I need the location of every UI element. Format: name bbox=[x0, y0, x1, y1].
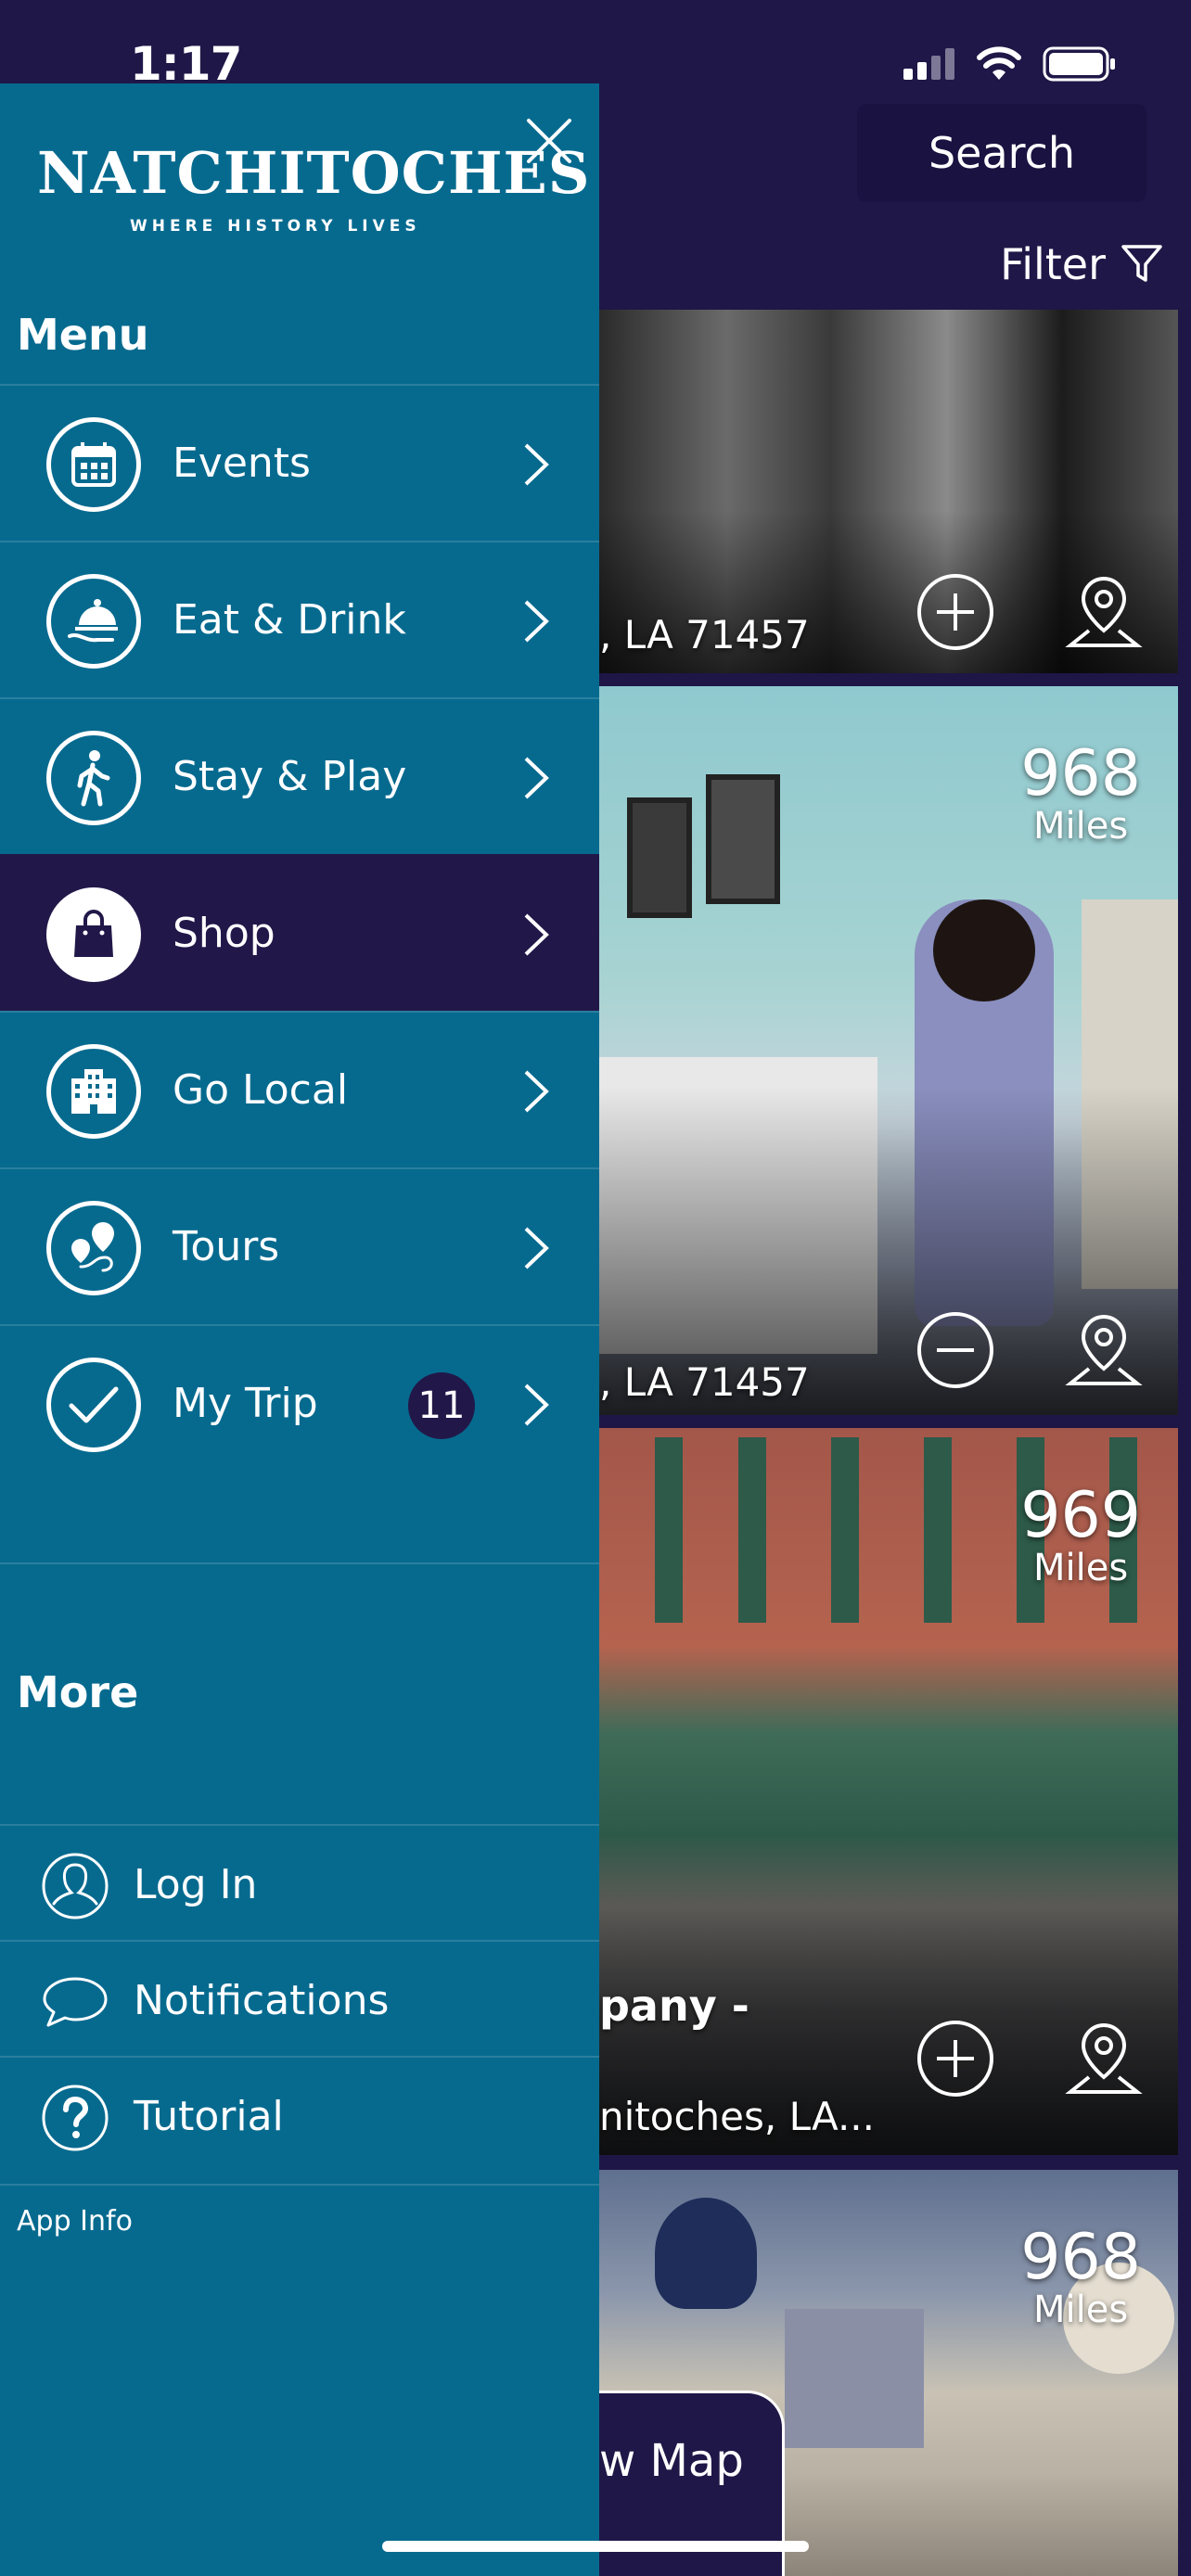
trip-count-badge: 11 bbox=[408, 1372, 475, 1439]
map-pin-icon[interactable] bbox=[1063, 1309, 1145, 1391]
listing-card[interactable]: 969 Miles pany - nitoches, LA... bbox=[599, 1428, 1178, 2155]
shopping-bag-icon bbox=[46, 887, 141, 982]
more-item-label: Log In bbox=[134, 1861, 258, 1908]
natchitoches-logo: NATCHITOCHES WHERE HISTORY LIVES bbox=[37, 139, 591, 250]
distance-label: 969 Miles bbox=[1020, 1484, 1141, 1588]
more-item-notifications[interactable]: Notifications bbox=[0, 1940, 599, 2056]
listing-card[interactable]: , LA 71457 bbox=[599, 310, 1178, 673]
logo-tagline: WHERE HISTORY LIVES bbox=[130, 217, 421, 236]
menu-item-events[interactable]: Events bbox=[0, 384, 599, 541]
chevron-right-icon bbox=[524, 600, 549, 643]
checkmark-icon bbox=[46, 1358, 141, 1452]
menu-item-stay-play[interactable]: Stay & Play bbox=[0, 697, 599, 854]
more-divider bbox=[0, 2184, 599, 2186]
remove-from-trip-icon[interactable] bbox=[915, 1309, 996, 1391]
building-icon bbox=[46, 1044, 141, 1139]
chevron-right-icon bbox=[524, 1070, 549, 1113]
menu-heading: Menu bbox=[17, 310, 149, 360]
menu-list: Events Eat & Drink Stay & Play Shop Go L… bbox=[0, 384, 599, 1481]
more-heading: More bbox=[17, 1667, 139, 1717]
menu-item-label: Shop bbox=[173, 910, 275, 957]
menu-item-go-local[interactable]: Go Local bbox=[0, 1011, 599, 1167]
menu-item-my-trip[interactable]: My Trip 11 bbox=[0, 1324, 599, 1481]
view-map-label: w Map bbox=[599, 2435, 744, 2487]
listing-address: , LA 71457 bbox=[599, 1359, 810, 1405]
search-button[interactable]: Search bbox=[857, 104, 1146, 202]
listing-address: nitoches, LA... bbox=[599, 2094, 875, 2139]
distance-value: 968 bbox=[1020, 737, 1141, 810]
distance-value: 968 bbox=[1020, 2221, 1141, 2294]
menu-item-label: Tours bbox=[173, 1223, 280, 1270]
distance-unit: Miles bbox=[1033, 1547, 1129, 1589]
menu-item-label: Stay & Play bbox=[173, 753, 407, 800]
menu-item-label: Eat & Drink bbox=[173, 596, 406, 644]
chevron-right-icon bbox=[524, 913, 549, 956]
home-indicator bbox=[382, 2541, 809, 2552]
more-item-log-in[interactable]: Log In bbox=[0, 1824, 599, 1940]
calendar-icon bbox=[46, 417, 141, 512]
chevron-right-icon bbox=[524, 757, 549, 799]
more-list: Log In Notifications Tutorial bbox=[0, 1824, 599, 2172]
speech-bubble-icon bbox=[43, 1977, 108, 2027]
route-pins-icon bbox=[46, 1201, 141, 1295]
distance-unit: Miles bbox=[1033, 805, 1129, 848]
side-drawer: NATCHITOCHES WHERE HISTORY LIVES Menu Ev… bbox=[0, 83, 599, 2576]
more-item-label: Notifications bbox=[134, 1977, 390, 2024]
wifi-icon bbox=[977, 46, 1021, 80]
search-button-label: Search bbox=[928, 128, 1076, 178]
distance-value: 969 bbox=[1020, 1479, 1141, 1552]
menu-item-tours[interactable]: Tours bbox=[0, 1167, 599, 1324]
filter-button[interactable]: Filter bbox=[1000, 239, 1163, 289]
app-info-link[interactable]: App Info bbox=[17, 2205, 133, 2238]
chevron-right-icon bbox=[524, 1227, 549, 1269]
question-icon bbox=[42, 2085, 109, 2151]
chevron-right-icon bbox=[524, 443, 549, 486]
listing-address: , LA 71457 bbox=[599, 612, 810, 657]
logo-title: NATCHITOCHES bbox=[37, 139, 591, 207]
status-icons bbox=[903, 46, 1117, 82]
serving-cloche-icon bbox=[46, 574, 141, 669]
distance-label: 968 Miles bbox=[1020, 2221, 1141, 2331]
chevron-right-icon bbox=[524, 1384, 549, 1426]
battery-icon bbox=[1043, 46, 1115, 82]
more-item-tutorial[interactable]: Tutorial bbox=[0, 2056, 599, 2172]
menu-divider bbox=[0, 1562, 599, 1564]
add-to-trip-icon[interactable] bbox=[915, 571, 996, 653]
listing-title: pany - bbox=[599, 1981, 749, 2031]
menu-item-eat-drink[interactable]: Eat & Drink bbox=[0, 541, 599, 697]
add-to-trip-icon[interactable] bbox=[915, 2018, 996, 2099]
map-pin-icon[interactable] bbox=[1063, 571, 1145, 653]
cellular-signal-icon bbox=[903, 48, 954, 80]
distance-label: 968 Miles bbox=[1020, 737, 1141, 848]
walking-person-icon bbox=[46, 731, 141, 825]
menu-item-label: Events bbox=[173, 440, 311, 487]
filter-funnel-icon bbox=[1121, 245, 1162, 282]
more-item-label: Tutorial bbox=[134, 2093, 284, 2140]
menu-item-label: Go Local bbox=[173, 1066, 349, 1114]
distance-unit: Miles bbox=[1033, 2289, 1129, 2331]
map-pin-icon[interactable] bbox=[1063, 2018, 1145, 2099]
user-icon bbox=[42, 1853, 109, 1919]
menu-item-shop[interactable]: Shop bbox=[0, 854, 599, 1011]
filter-label: Filter bbox=[1000, 239, 1106, 289]
menu-item-label: My Trip bbox=[173, 1380, 318, 1427]
listing-card[interactable]: 968 Miles , LA 71457 bbox=[599, 686, 1178, 1415]
close-icon[interactable] bbox=[519, 111, 579, 171]
